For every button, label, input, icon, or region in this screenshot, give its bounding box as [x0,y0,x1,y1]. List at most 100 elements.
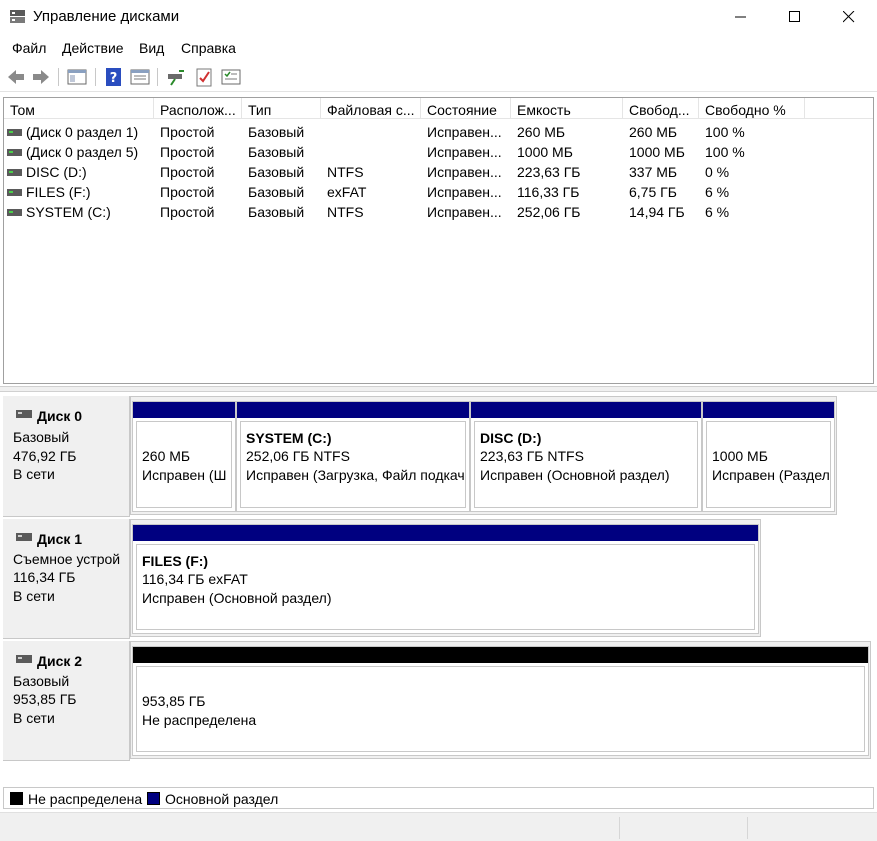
column-header-filesystem[interactable]: Файловая с... [321,98,421,119]
minimize-icon [735,16,746,18]
maximize-button[interactable] [768,0,822,34]
toolbar-separator [58,68,59,86]
partition-disk0-1[interactable]: 260 МБ Исправен (Ш [132,401,236,512]
volume-name: FILES (F:) [26,184,91,200]
partition-system-c[interactable]: SYSTEM (C:) 252,06 ГБ NTFS Исправен (Заг… [236,401,470,512]
disk-status: В сети [13,588,55,604]
menu-file[interactable]: Файл [12,40,46,56]
partition-disc-d[interactable]: DISC (D:) 223,63 ГБ NTFS Исправен (Основ… [470,401,702,512]
partition-type-bar [237,402,469,418]
column-header-type[interactable]: Тип [242,98,321,119]
partition-status: Исправен (Основной раздел) [142,590,332,606]
column-header-free-space[interactable]: Свобод... [623,98,699,119]
help-button[interactable]: ? [103,66,125,88]
disk-1-label[interactable]: Диск 1 Съемное устрой 116,34 ГБ В сети [3,519,130,639]
partition-disk0-5[interactable]: 1000 МБ Исправен (Раздел [702,401,835,512]
console-tree-button[interactable] [66,66,88,88]
disk-icon [16,410,32,418]
pane-splitter[interactable] [0,386,877,392]
disk-name: Диск 2 [37,653,83,669]
volume-status: Исправен... [427,124,502,140]
disk-type: Съемное устрой [13,551,121,567]
partition-title: FILES (F:) [142,553,209,569]
properties-icon [130,69,150,85]
minimize-button[interactable] [714,0,768,34]
list-view-button[interactable] [220,66,242,88]
volume-status: Исправен... [427,144,502,160]
column-header-layout[interactable]: Располож... [154,98,242,119]
status-bar-divider [619,817,620,839]
partition-body: 953,85 ГБ Не распределена [136,666,865,752]
disk-0-label[interactable]: Диск 0 Базовый 476,92 ГБ В сети [3,396,130,517]
volume-name: SYSTEM (C:) [26,204,111,220]
disk-name: Диск 1 [37,531,83,547]
properties-button[interactable] [129,66,151,88]
connect-disk-icon [168,70,184,86]
check-icon [196,68,212,87]
volume-capacity: 252,06 ГБ [517,204,581,220]
volume-filesystem: exFAT [327,184,367,200]
partition-size: 260 МБ [142,448,191,464]
volume-list[interactable]: Том Располож... Тип Файловая с... Состоя… [3,97,874,384]
menu-action[interactable]: Действие [62,40,124,56]
partition-title: SYSTEM (C:) [246,430,332,446]
volume-icon [7,189,22,196]
volume-capacity: 116,33 ГБ [517,184,580,200]
unallocated-space[interactable]: 953,85 ГБ Не распределена [132,646,869,756]
volume-row[interactable]: (Диск 0 раздел 5) Простой Базовый Исправ… [4,142,873,162]
column-header-volume[interactable]: Том [4,98,154,119]
volume-row[interactable]: (Диск 0 раздел 1) Простой Базовый Исправ… [4,122,873,142]
close-icon [843,11,855,23]
disk-status: В сети [13,466,55,482]
disk-type: Базовый [13,673,70,689]
disk-graphical-view: Диск 0 Базовый 476,92 ГБ В сети 260 МБ И… [3,393,874,763]
close-button[interactable] [822,0,876,34]
status-bar [0,812,877,841]
volume-layout: Простой [160,164,215,180]
toolbar-separator [157,68,158,86]
connect-disk-button[interactable] [165,66,187,88]
volume-percent-free: 0 % [705,164,730,180]
partition-type-bar [133,402,235,418]
partition-body: 260 МБ Исправен (Ш [136,421,232,508]
volume-name: (Диск 0 раздел 1) [26,124,139,140]
volume-icon [7,169,22,176]
partition-type-bar [471,402,701,418]
toolbar-separator [95,68,96,86]
partition-status: Исправен (Загрузка, Файл подкач [246,467,465,483]
partition-size: 252,06 ГБ NTFS [246,448,350,464]
volume-status: Исправен... [427,184,502,200]
volume-free-space: 14,94 ГБ [629,204,685,220]
partition-size: 953,85 ГБ [142,693,206,709]
volume-percent-free: 6 % [705,184,730,200]
menu-view[interactable]: Вид [139,40,164,56]
check-button[interactable] [193,66,215,88]
disk-size: 953,85 ГБ [13,691,77,707]
partition-status: Исправен (Ш [142,467,227,483]
disk-0-partitions: 260 МБ Исправен (Ш SYSTEM (C:) 252,06 ГБ… [130,396,837,515]
volume-name: DISC (D:) [26,164,87,180]
partition-files-f[interactable]: FILES (F:) 116,34 ГБ exFAT Исправен (Осн… [132,524,759,634]
column-header-capacity[interactable]: Емкость [511,98,623,119]
console-tree-icon [67,69,87,85]
disk-2-partitions: 953,85 ГБ Не распределена [130,641,871,759]
partition-size: 116,34 ГБ exFAT [142,571,248,587]
partition-body: DISC (D:) 223,63 ГБ NTFS Исправен (Основ… [474,421,698,508]
volume-row[interactable]: SYSTEM (C:) Простой Базовый NTFS Исправе… [4,202,873,222]
disk-status: В сети [13,710,55,726]
back-button[interactable] [5,66,27,88]
volume-percent-free: 100 % [705,144,745,160]
menu-help[interactable]: Справка [181,40,236,56]
legend-swatch-unallocated [10,792,23,805]
column-header-status[interactable]: Состояние [421,98,511,119]
svg-text:?: ? [110,71,118,86]
volume-layout: Простой [160,204,215,220]
toolbar: ? [0,62,877,92]
disk-2-label[interactable]: Диск 2 Базовый 953,85 ГБ В сети [3,641,130,761]
maximize-icon [789,11,800,22]
column-header-percent-free[interactable]: Свободно % [699,98,805,119]
forward-button[interactable] [30,66,52,88]
volume-layout: Простой [160,184,215,200]
volume-row[interactable]: FILES (F:) Простой Базовый exFAT Исправе… [4,182,873,202]
volume-row[interactable]: DISC (D:) Простой Базовый NTFS Исправен.… [4,162,873,182]
